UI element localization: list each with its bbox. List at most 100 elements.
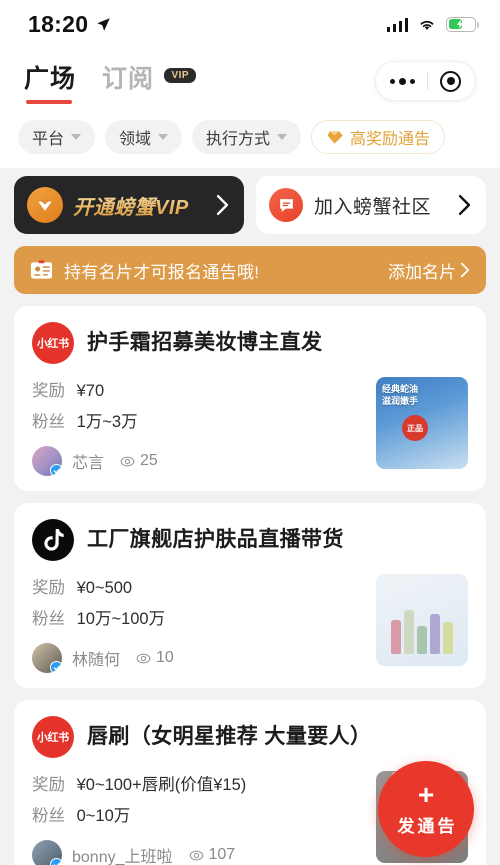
job-title: 唇刷（女明星推荐 大量要人）	[87, 725, 372, 749]
job-title: 工厂旗舰店护肤品直播带货	[87, 528, 344, 552]
eye-icon	[189, 850, 203, 860]
status-bar-left: 18:20	[28, 11, 111, 38]
reward-row: 奖励 ¥0~500	[32, 574, 362, 598]
cellular-signal-icon	[386, 17, 408, 32]
job-meta: 奖励 ¥70 粉丝 1万~3万 芯言 25	[32, 377, 362, 476]
fans-value: 10万~100万	[76, 610, 166, 628]
job-thumbnail[interactable]	[376, 574, 468, 666]
thumbnail-bottles	[376, 610, 468, 654]
diamond-badge-icon	[27, 187, 63, 223]
filter-chip-field[interactable]: 领域	[105, 120, 183, 154]
avatar[interactable]	[32, 446, 62, 476]
promo-banners: 开通螃蟹VIP 加入螃蟹社区	[0, 168, 500, 234]
platform-badge-xiaohongshu: 小红书	[32, 716, 74, 758]
verified-badge-icon	[50, 858, 62, 865]
vip-badge: VIP	[164, 67, 197, 83]
filter-chip-high-reward[interactable]: 高奖励通告	[311, 120, 446, 154]
reward-label: 奖励	[32, 382, 65, 400]
author-name: 林随何	[72, 652, 121, 669]
chevron-right-icon	[216, 194, 229, 216]
location-arrow-icon	[97, 17, 111, 31]
chevron-down-icon	[158, 134, 169, 140]
tab-plaza[interactable]: 广场	[24, 59, 76, 104]
status-bar: 18:20	[0, 0, 500, 48]
thumbnail-seal: 正品	[402, 415, 428, 441]
status-time: 18:20	[28, 10, 89, 37]
job-meta: 奖励 ¥0~500 粉丝 10万~100万 林随何 10	[32, 574, 362, 673]
eye-icon	[120, 456, 135, 466]
author-name: bonny_上班啦	[72, 849, 173, 865]
create-announcement-label: 发通告	[397, 817, 458, 836]
view-count: 25	[120, 452, 158, 470]
reward-value: ¥70	[76, 382, 105, 400]
author-row: 芯言 25	[32, 446, 362, 476]
job-body: 奖励 ¥70 粉丝 1万~3万 芯言 25 经典蛇油 滋润嫩手 正品	[32, 377, 468, 476]
diamond-icon	[327, 130, 343, 144]
reward-label: 奖励	[32, 776, 65, 794]
plus-icon: +	[417, 779, 435, 810]
more-dots-icon[interactable]	[390, 77, 415, 85]
job-card[interactable]: 小红书 护手霜招募美妆博主直发 奖励 ¥70 粉丝 1万~3万 芯言 25 经典…	[14, 306, 486, 491]
job-meta: 奖励 ¥0~100+唇刷(价值¥15) 粉丝 0~10万 bonny_上班啦 1…	[32, 771, 362, 865]
create-announcement-fab[interactable]: + 发通告	[378, 761, 474, 857]
fans-row: 粉丝 10万~100万	[32, 605, 362, 629]
verified-badge-icon	[50, 661, 62, 673]
view-count-value: 10	[156, 649, 174, 666]
platform-badge-label: 小红书	[37, 732, 69, 744]
banner-open-vip[interactable]: 开通螃蟹VIP	[14, 176, 244, 234]
reward-value: ¥0~100+唇刷(价值¥15)	[76, 776, 247, 794]
banner-join-community-label: 加入螃蟹社区	[314, 196, 432, 218]
view-count: 107	[189, 846, 236, 864]
app-header: 广场 订阅 VIP	[0, 48, 500, 114]
job-card[interactable]: 工厂旗舰店护肤品直播带货 奖励 ¥0~500 粉丝 10万~100万 林随何 1…	[14, 503, 486, 688]
filter-chip-high-reward-label: 高奖励通告	[350, 131, 431, 148]
business-card-notice[interactable]: 持有名片才可报名通告哦! 添加名片	[14, 246, 486, 294]
filter-bar: 平台 领域 执行方式 高奖励通告	[0, 114, 500, 168]
target-icon[interactable]	[440, 70, 461, 92]
job-thumbnail[interactable]: 经典蛇油 滋润嫩手 正品	[376, 377, 468, 469]
fans-label: 粉丝	[32, 807, 65, 825]
job-title: 护手霜招募美妆博主直发	[87, 331, 323, 355]
thumbnail-text: 经典蛇油 滋润嫩手	[382, 384, 419, 407]
avatar[interactable]	[32, 643, 62, 673]
author-row: 林随何 10	[32, 643, 362, 673]
tab-subscription[interactable]: 订阅 VIP	[102, 59, 197, 104]
reward-row: 奖励 ¥70	[32, 377, 362, 401]
job-header: 工厂旗舰店护肤品直播带货	[32, 519, 468, 561]
job-header: 小红书 护手霜招募美妆博主直发	[32, 322, 468, 364]
filter-chip-platform-label: 平台	[32, 131, 65, 148]
header-divider	[427, 72, 428, 90]
platform-badge-douyin	[32, 519, 74, 561]
avatar[interactable]	[32, 840, 62, 865]
tab-subscription-label: 订阅	[102, 64, 155, 93]
add-business-card-label: 添加名片	[388, 262, 456, 282]
fans-row: 粉丝 0~10万	[32, 802, 362, 826]
banner-join-community[interactable]: 加入螃蟹社区	[256, 176, 486, 234]
filter-chip-platform[interactable]: 平台	[18, 120, 96, 154]
filter-chip-execution-label: 执行方式	[206, 131, 271, 148]
view-count-value: 107	[208, 846, 236, 863]
add-business-card-button[interactable]: 添加名片	[388, 258, 470, 283]
verified-badge-icon	[50, 464, 62, 476]
filter-chip-field-label: 领域	[119, 131, 152, 148]
reward-value: ¥0~500	[76, 579, 133, 597]
chevron-right-icon	[458, 194, 471, 216]
fans-value: 0~10万	[76, 807, 131, 825]
chevron-right-icon	[460, 262, 470, 278]
platform-badge-xiaohongshu: 小红书	[32, 322, 74, 364]
view-count-value: 25	[140, 452, 158, 469]
fans-row: 粉丝 1万~3万	[32, 408, 362, 432]
reward-row: 奖励 ¥0~100+唇刷(价值¥15)	[32, 771, 362, 795]
chevron-down-icon	[277, 134, 288, 140]
platform-badge-label: 小红书	[37, 338, 69, 350]
job-body: 奖励 ¥0~500 粉丝 10万~100万 林随何 10	[32, 574, 468, 673]
author-name: 芯言	[72, 455, 105, 472]
status-bar-right	[386, 16, 480, 32]
id-card-icon	[30, 260, 53, 279]
battery-charging-icon	[446, 16, 480, 32]
view-count: 10	[136, 649, 174, 667]
header-actions	[375, 61, 476, 101]
filter-chip-execution[interactable]: 执行方式	[192, 120, 302, 154]
chevron-down-icon	[71, 134, 82, 140]
author-row: bonny_上班啦 107	[32, 840, 362, 865]
